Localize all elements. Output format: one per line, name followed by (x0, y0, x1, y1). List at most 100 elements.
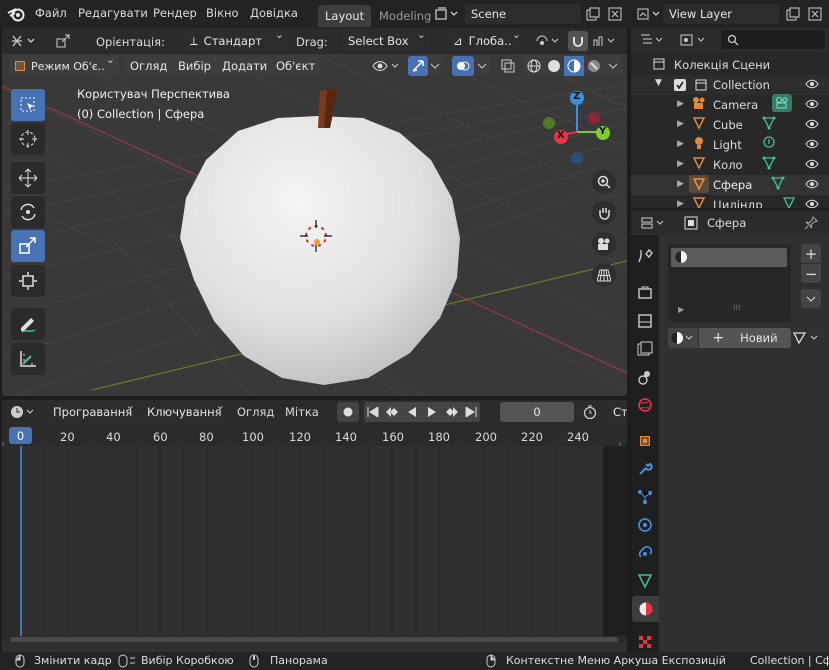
tab-modeling[interactable]: Modeling (379, 9, 431, 23)
collection-expand-icon[interactable]: ▼ (655, 78, 662, 88)
texture-tab-icon[interactable] (634, 632, 656, 652)
blender-logo-icon[interactable] (6, 4, 26, 24)
stopwatch-icon[interactable] (579, 402, 601, 422)
transform-tool-header-icon[interactable] (52, 31, 74, 51)
play-button[interactable] (422, 402, 442, 422)
tab-layout[interactable]: Layout (318, 5, 372, 27)
cube-mesh-data-icon[interactable] (761, 115, 777, 131)
shading-solid-icon[interactable] (544, 56, 564, 76)
properties-editor-icon[interactable] (638, 214, 670, 232)
view-layer-field[interactable]: View Layer (663, 4, 779, 24)
drag-dropdown[interactable]: Select Box (342, 31, 430, 51)
view-layer-tab-icon[interactable] (634, 338, 656, 360)
camera-view-icon[interactable] (592, 232, 616, 256)
scene-name-field[interactable]: Scene (465, 4, 581, 24)
collection-checkbox[interactable] (674, 79, 686, 91)
timeline-marker-menu[interactable]: Мітка (285, 405, 319, 419)
menu-edit[interactable]: Редагувати (78, 6, 148, 20)
collapse-right-icon[interactable]: ‹ (618, 440, 622, 450)
shading-wireframe-icon[interactable] (524, 56, 544, 76)
gizmo-options-icon[interactable] (428, 56, 442, 76)
scene-tab-icon[interactable] (634, 366, 656, 388)
scene-collection-label[interactable]: Колекція Сцени (674, 58, 770, 72)
outliner-search-input[interactable] (721, 30, 825, 49)
menu-select[interactable]: Вибір (172, 56, 217, 76)
rotate-tool-icon[interactable] (11, 196, 45, 228)
display-mode-icon[interactable] (677, 31, 711, 49)
select-box-tool-icon[interactable] (11, 89, 45, 121)
circle-expand-icon[interactable]: ▶ (677, 159, 684, 169)
overlays-toggle-icon[interactable] (452, 56, 474, 76)
menu-view[interactable]: Огляд (124, 56, 174, 76)
outliner-item-circle[interactable]: Коло (713, 158, 743, 172)
menu-add[interactable]: Додати (216, 56, 274, 76)
sphere-mesh-data-icon[interactable] (770, 175, 786, 191)
browse-material-icon[interactable] (668, 328, 698, 348)
menu-file[interactable]: Файл (35, 6, 67, 20)
object-tab-icon[interactable] (634, 430, 656, 452)
keying-menu[interactable]: Ключування (141, 402, 229, 422)
zoom-icon[interactable] (592, 170, 616, 194)
shading-options-icon[interactable] (604, 56, 622, 76)
orientation-dropdown[interactable]: ⟂ Стандарт (184, 31, 288, 51)
slot-specials-button[interactable] (801, 289, 821, 308)
cylinder-mesh-data-icon[interactable] (781, 195, 797, 208)
delete-scene-icon[interactable] (605, 4, 625, 24)
list-resize-handle[interactable]: ⁞⁞⁞ (733, 303, 741, 312)
shading-rendered-icon[interactable] (584, 56, 604, 76)
editor-type-icon[interactable] (8, 31, 42, 51)
gizmo-toggle-icon[interactable] (408, 56, 428, 76)
record-button[interactable] (337, 402, 359, 422)
output-tab-icon[interactable] (634, 310, 656, 332)
viewport-3d[interactable]: Користувач Перспектива (0) Collection | … (2, 28, 627, 396)
pin-icon[interactable] (802, 214, 820, 232)
playhead-frame-label[interactable]: 0 (9, 427, 32, 444)
move-tool-icon[interactable] (11, 162, 45, 194)
transform-orientation-dropdown[interactable]: ⊿ Глоба.. (447, 31, 525, 51)
sphere-visibility-eye-icon[interactable] (804, 176, 820, 192)
outliner-editor-icon[interactable] (637, 31, 669, 49)
camera-visibility-eye-icon[interactable] (804, 96, 820, 112)
material-link-icon[interactable] (790, 328, 824, 348)
timeline-editor-icon[interactable] (8, 402, 40, 422)
mode-dropdown[interactable]: Режим Об'є.. (9, 56, 119, 76)
pan-hand-icon[interactable] (592, 201, 616, 225)
collapse-left-icon[interactable]: › (1, 440, 5, 450)
menu-render[interactable]: Рендер (153, 6, 197, 20)
outliner-item-sphere[interactable]: Сфера (713, 178, 752, 192)
3d-cursor-icon[interactable] (298, 218, 334, 254)
overlays-options-icon[interactable] (474, 56, 490, 76)
playback-menu[interactable]: Програвання (47, 402, 139, 422)
add-slot-button[interactable]: + (801, 244, 821, 263)
outliner-item-camera[interactable]: Camera (713, 98, 758, 112)
outliner-item-light[interactable]: Light (713, 138, 742, 152)
pivot-point-icon[interactable] (532, 31, 564, 51)
camera-data-icon[interactable] (772, 94, 792, 112)
cylinder-visibility-eye-icon[interactable] (804, 196, 820, 208)
new-view-layer-icon[interactable] (783, 4, 803, 24)
visibility-icon[interactable] (370, 56, 404, 76)
collection-label[interactable]: Collection (713, 78, 770, 92)
prev-keyframe-button[interactable] (382, 402, 402, 422)
jump-end-button[interactable] (462, 402, 480, 422)
camera-expand-icon[interactable]: ▶ (677, 99, 684, 109)
outliner-item-cube[interactable]: Cube (713, 118, 743, 132)
light-visibility-eye-icon[interactable] (804, 136, 820, 152)
perspective-grid-icon[interactable] (592, 263, 616, 287)
render-tab-icon[interactable] (634, 282, 656, 304)
timeline-body[interactable] (2, 446, 627, 642)
cursor-tool-icon[interactable] (11, 123, 45, 155)
snap-options-icon[interactable] (590, 31, 620, 51)
material-tab-icon[interactable] (632, 596, 659, 622)
world-tab-icon[interactable] (634, 394, 656, 416)
scale-tool-icon[interactable] (11, 230, 45, 262)
scene-type-icon[interactable] (432, 4, 462, 24)
new-scene-icon[interactable] (583, 4, 603, 24)
light-data-icon[interactable] (761, 135, 777, 151)
physics-tab-icon[interactable] (634, 514, 656, 536)
menu-help[interactable]: Довідка (250, 6, 298, 20)
menu-object[interactable]: Об'єкт (270, 56, 322, 76)
play-reverse-button[interactable] (402, 402, 422, 422)
next-keyframe-button[interactable] (442, 402, 462, 422)
xray-icon[interactable] (498, 56, 518, 76)
